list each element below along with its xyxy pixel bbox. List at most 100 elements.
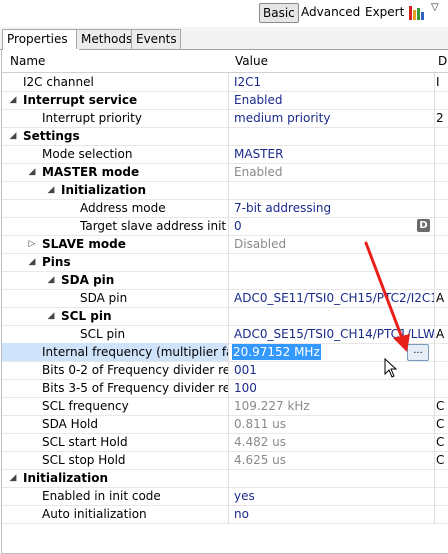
- property-value: [230, 255, 234, 269]
- property-name-cell: Bits 0-2 of Frequency divider regist: [2, 361, 229, 379]
- property-value-cell[interactable]: [230, 127, 435, 145]
- d-column-cell: [436, 271, 448, 289]
- property-value: [230, 183, 234, 197]
- property-value: [230, 471, 234, 485]
- property-value-cell[interactable]: 0D: [230, 217, 435, 235]
- property-name: Interrupt service: [23, 93, 138, 107]
- property-row[interactable]: Bits 0-2 of Frequency divider regist 001: [2, 361, 448, 380]
- property-row[interactable]: I2C channel I2C1 I: [2, 73, 448, 92]
- property-row[interactable]: Address mode 7-bit addressing: [2, 199, 448, 218]
- property-row[interactable]: Interrupt priority medium priority 2: [2, 109, 448, 128]
- property-value: 4.482 us: [234, 435, 287, 449]
- tab-methods[interactable]: Methods: [76, 29, 138, 49]
- property-value-cell[interactable]: 0.811 us: [230, 415, 435, 433]
- advanced-mode-button[interactable]: Advanced: [298, 3, 363, 21]
- property-row[interactable]: ◢ SCL pin: [2, 307, 448, 326]
- property-row[interactable]: ◢ Settings: [2, 127, 448, 146]
- property-row[interactable]: Enabled in init code yes: [2, 487, 448, 506]
- d-column-header[interactable]: D: [438, 54, 447, 68]
- collapse-triangle-icon[interactable]: ◢: [46, 271, 56, 289]
- d-column-cell: [436, 343, 448, 361]
- property-value-cell[interactable]: 7-bit addressing: [230, 199, 435, 217]
- property-value-cell[interactable]: 4.625 us: [230, 451, 435, 469]
- d-column-cell: C: [436, 399, 445, 413]
- property-value-cell[interactable]: [230, 181, 435, 199]
- property-value: Disabled: [234, 237, 287, 251]
- property-value-cell[interactable]: [230, 469, 435, 487]
- collapse-triangle-icon[interactable]: ◢: [27, 163, 37, 181]
- property-value: medium priority: [234, 111, 331, 125]
- d-column-cell: I: [436, 75, 440, 89]
- d-column-cell: [436, 487, 448, 505]
- value-column-header[interactable]: Value: [235, 54, 268, 68]
- property-value-cell[interactable]: [230, 271, 435, 289]
- property-value: Enabled: [234, 93, 283, 107]
- property-name-cell: Target slave address init: [2, 217, 229, 235]
- property-value-cell[interactable]: 100: [230, 379, 435, 397]
- property-value: no: [234, 507, 249, 521]
- name-column-header[interactable]: Name: [10, 54, 45, 68]
- property-value-cell[interactable]: ADC0_SE11/TSI0_CH15/PTC2/I2C1...: [230, 289, 435, 307]
- collapse-triangle-icon[interactable]: ◢: [8, 469, 18, 487]
- property-value-cell[interactable]: [230, 253, 435, 271]
- property-value-cell[interactable]: ADC0_SE15/TSI0_CH14/PTC1/LLW...: [230, 325, 435, 343]
- property-row[interactable]: ◢ MASTER mode Enabled: [2, 163, 448, 182]
- collapse-triangle-icon[interactable]: ◢: [8, 91, 18, 109]
- property-value-cell[interactable]: 109.227 kHz: [230, 397, 435, 415]
- d-column-cell: [436, 145, 448, 163]
- property-value-cell[interactable]: no: [230, 505, 435, 523]
- collapse-triangle-icon[interactable]: ◢: [8, 127, 18, 145]
- property-row[interactable]: Internal frequency (multiplier facto20.9…: [2, 343, 448, 362]
- property-row[interactable]: ◢ Pins: [2, 253, 448, 272]
- property-row[interactable]: SCL pin ADC0_SE15/TSI0_CH14/PTC1/LLW... A: [2, 325, 448, 344]
- property-row[interactable]: SCL stop Hold 4.625 us C: [2, 451, 448, 470]
- collapse-triangle-icon[interactable]: ◢: [46, 307, 56, 325]
- property-value-cell[interactable]: 4.482 us: [230, 433, 435, 451]
- property-value-cell[interactable]: Enabled: [230, 91, 435, 109]
- property-row[interactable]: Bits 3-5 of Frequency divider regist 100: [2, 379, 448, 398]
- property-name: Bits 3-5 of Frequency divider regist: [42, 381, 228, 395]
- property-row[interactable]: SCL start Hold 4.482 us C: [2, 433, 448, 452]
- property-value-cell[interactable]: Enabled: [230, 163, 435, 181]
- collapse-triangle-icon[interactable]: ◢: [46, 181, 56, 199]
- property-grid: Name Value D I2C channel I2C1 I ◢ Interrupt …: [1, 50, 448, 554]
- property-value-cell[interactable]: medium priority: [230, 109, 435, 127]
- basic-mode-button[interactable]: Basic: [259, 3, 299, 23]
- d-button[interactable]: D: [417, 219, 430, 232]
- d-column-cell: [436, 505, 448, 523]
- property-row[interactable]: ◢ Interrupt service Enabled: [2, 91, 448, 110]
- expand-triangle-icon[interactable]: ▷: [27, 235, 37, 253]
- property-row[interactable]: ◢ Initialization: [2, 469, 448, 488]
- property-row[interactable]: Target slave address init 0 D: [2, 217, 448, 236]
- d-column-cell: [436, 181, 448, 199]
- property-row[interactable]: SDA pin ADC0_SE11/TSI0_CH15/PTC2/I2C1... A: [2, 289, 448, 308]
- expert-mode-button[interactable]: Expert: [362, 3, 407, 21]
- property-value-cell[interactable]: [230, 307, 435, 325]
- property-value-cell[interactable]: I2C1: [230, 73, 435, 91]
- toolbar: Basic Advanced Expert ▽: [0, 0, 448, 26]
- bar-chart-icon[interactable]: [408, 4, 426, 20]
- property-value-cell[interactable]: 001: [230, 361, 435, 379]
- property-row[interactable]: SCL frequency 109.227 kHz C: [2, 397, 448, 416]
- property-row[interactable]: ◢ Initialization: [2, 181, 448, 200]
- property-value: I2C1: [234, 75, 262, 89]
- property-value-cell[interactable]: MASTER: [230, 145, 435, 163]
- collapse-triangle-icon[interactable]: ◢: [27, 253, 37, 271]
- property-value-cell[interactable]: Disabled: [230, 235, 435, 253]
- property-value-editor[interactable]: 20.97152 MHz: [232, 344, 321, 360]
- property-name: Initialization: [61, 183, 147, 197]
- tab-properties[interactable]: Properties: [2, 29, 80, 50]
- property-row[interactable]: Mode selection MASTER: [2, 145, 448, 164]
- property-value-cell[interactable]: 20.97152 MHz...: [230, 343, 435, 361]
- property-value-cell[interactable]: yes: [230, 487, 435, 505]
- ellipsis-button[interactable]: ...: [407, 344, 429, 361]
- chevron-down-icon[interactable]: ▽: [431, 2, 439, 13]
- property-row[interactable]: Auto initialization no: [2, 505, 448, 524]
- property-name-cell: Address mode: [2, 199, 229, 217]
- property-row[interactable]: ▷ SLAVE mode Disabled: [2, 235, 448, 254]
- d-column-cell: [436, 307, 448, 325]
- tab-events[interactable]: Events: [131, 29, 181, 49]
- property-row[interactable]: ◢ SDA pin: [2, 271, 448, 290]
- property-row[interactable]: SDA Hold 0.811 us C: [2, 415, 448, 434]
- property-name-cell: ◢ Pins: [2, 253, 229, 271]
